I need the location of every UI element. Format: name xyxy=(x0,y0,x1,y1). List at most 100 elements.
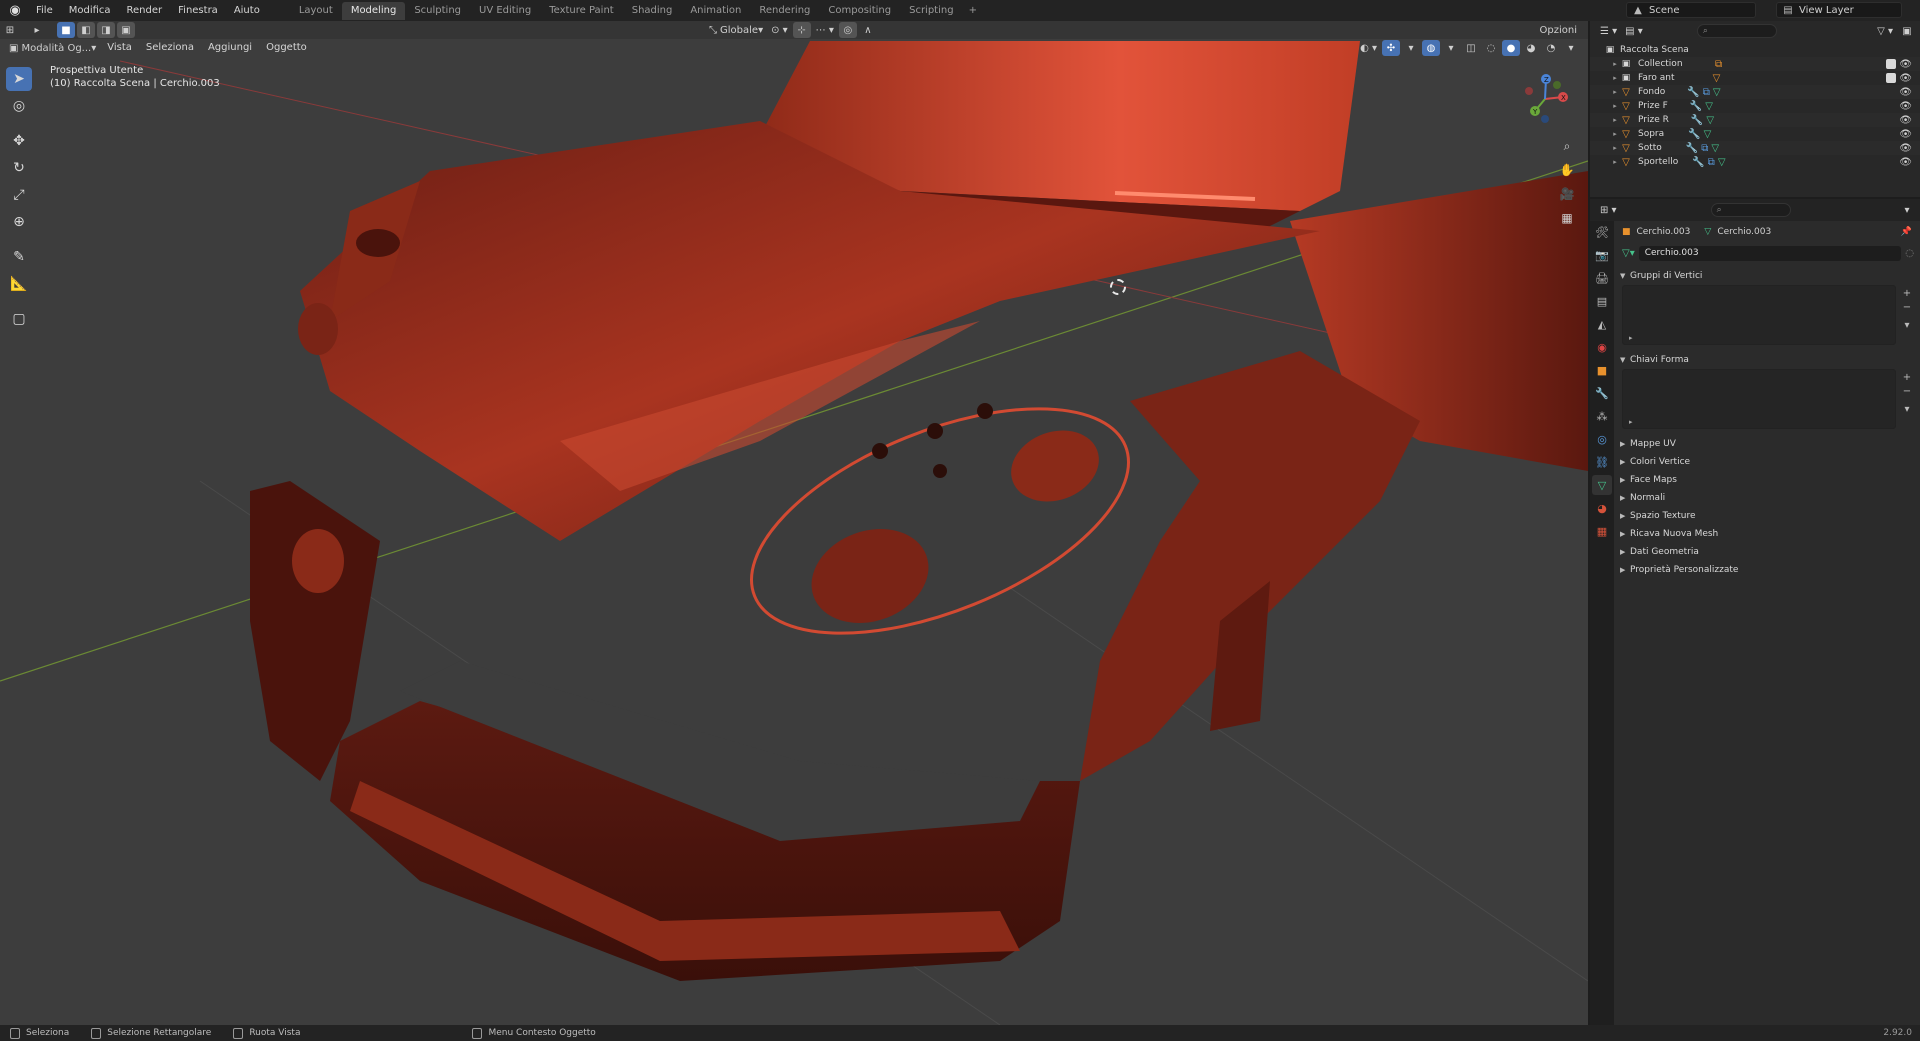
list-expand-icon[interactable]: ▸ xyxy=(1629,418,1633,426)
expand-icon[interactable]: ▸ xyxy=(1610,144,1620,152)
mesh-data-tab-icon[interactable]: ▽ xyxy=(1592,475,1612,495)
constraints-tab-icon[interactable]: ⛓ xyxy=(1592,452,1612,472)
eye-icon[interactable]: 👁 xyxy=(1899,73,1912,84)
eye-icon[interactable]: 👁 xyxy=(1899,59,1912,70)
exclude-checkbox[interactable] xyxy=(1886,59,1896,69)
select-mode-new-icon[interactable]: ■ xyxy=(57,22,75,38)
xray-icon[interactable]: ◫ xyxy=(1462,40,1480,56)
tab-sculpting[interactable]: Sculpting xyxy=(405,2,470,20)
tab-modeling[interactable]: Modeling xyxy=(341,1,406,20)
gizmo-dropdown-icon[interactable]: ▾ xyxy=(1402,40,1420,56)
eye-icon[interactable]: 👁 xyxy=(1899,143,1912,154)
panel-custom-properties[interactable]: ▶ Proprietà Personalizzate xyxy=(1614,561,1920,579)
pivot-point-icon[interactable]: ⊙ ▾ xyxy=(768,22,791,38)
zoom-icon[interactable]: ⌕ xyxy=(1556,135,1578,157)
ortho-grid-icon[interactable]: ▦ xyxy=(1556,207,1578,229)
panel-remesh[interactable]: ▶ Ricava Nuova Mesh xyxy=(1614,525,1920,543)
properties-search-input[interactable]: ⌕ xyxy=(1710,203,1791,217)
add-shape-key-icon[interactable]: + xyxy=(1901,372,1913,383)
visibility-icon[interactable]: ◐ ▾ xyxy=(1357,40,1380,56)
tab-scripting[interactable]: Scripting xyxy=(900,2,962,20)
pan-hand-icon[interactable]: ✋ xyxy=(1556,159,1578,181)
outliner-row-collection[interactable]: ▸ ▣ Collection ⧉ 👁 xyxy=(1590,57,1920,71)
object-tab-icon[interactable]: ■ xyxy=(1592,360,1612,380)
tab-compositing[interactable]: Compositing xyxy=(819,2,900,20)
outliner-row-sotto[interactable]: ▸ ▽ Sotto 🔧 ⧉ ▽ 👁 xyxy=(1590,141,1920,155)
select-tool-icon[interactable]: ➤ xyxy=(6,67,32,91)
list-expand-icon[interactable]: ▸ xyxy=(1629,334,1633,342)
mesh-browse-icon[interactable]: ▽▾ xyxy=(1622,248,1635,259)
cursor-tool-icon[interactable]: ◎ xyxy=(6,94,32,118)
eye-icon[interactable]: 👁 xyxy=(1899,115,1912,126)
render-tab-icon[interactable]: 📷 xyxy=(1592,245,1612,265)
expand-icon[interactable]: ▸ xyxy=(1610,116,1620,124)
outliner-row-prize-r[interactable]: ▸ ▽ Prize R 🔧 ▽ 👁 xyxy=(1590,113,1920,127)
snap-target-icon[interactable]: ⋯ ▾ xyxy=(813,22,837,38)
outliner-row-faro-ant[interactable]: ▸ ▣ Faro ant ▽ 👁 xyxy=(1590,71,1920,85)
snap-icon[interactable]: ⊹ xyxy=(792,22,811,38)
panel-vertex-groups[interactable]: ▼ Gruppi di Vertici xyxy=(1614,267,1920,285)
move-tool-icon[interactable]: ✥ xyxy=(6,129,32,153)
tab-animation[interactable]: Animation xyxy=(681,2,750,20)
measure-tool-icon[interactable]: 📐 xyxy=(6,272,32,296)
annotate-tool-icon[interactable]: ✎ xyxy=(6,245,32,269)
outliner-search-input[interactable]: ⌕ xyxy=(1696,24,1777,38)
camera-view-icon[interactable]: 🎥 xyxy=(1556,183,1578,205)
particles-tab-icon[interactable]: ⁂ xyxy=(1592,406,1612,426)
menu-add[interactable]: Aggiungi xyxy=(201,40,259,56)
tool-settings-icon[interactable]: ▸ xyxy=(28,22,46,38)
view-layer-tab-icon[interactable]: ▤ xyxy=(1592,291,1612,311)
shape-key-specials-icon[interactable]: ▾ xyxy=(1901,404,1913,415)
select-mode-subtract-icon[interactable]: ◨ xyxy=(97,22,115,38)
menu-view[interactable]: Vista xyxy=(100,40,139,56)
tool-tab-icon[interactable]: 🛠 xyxy=(1592,222,1612,242)
exclude-checkbox[interactable] xyxy=(1886,73,1896,83)
menu-help[interactable]: Aiuto xyxy=(226,0,268,21)
panel-normals[interactable]: ▶ Normali xyxy=(1614,489,1920,507)
outliner-editor-type-icon[interactable]: ☰ ▾ xyxy=(1597,23,1620,39)
tab-rendering[interactable]: Rendering xyxy=(750,2,819,20)
expand-icon[interactable]: ▸ xyxy=(1610,60,1620,68)
expand-icon[interactable]: ▸ xyxy=(1610,102,1620,110)
modifier-tab-icon[interactable]: 🔧 xyxy=(1592,383,1612,403)
panel-shape-keys[interactable]: ▼ Chiavi Forma xyxy=(1614,351,1920,369)
falloff-icon[interactable]: ∧ xyxy=(859,22,877,38)
menu-edit[interactable]: Modifica xyxy=(61,0,119,21)
add-vertex-group-icon[interactable]: + xyxy=(1901,288,1913,299)
outliner-row-fondo[interactable]: ▸ ▽ Fondo 🔧 ⧉ ▽ 👁 xyxy=(1590,85,1920,99)
proportional-edit-icon[interactable]: ◎ xyxy=(838,22,857,38)
rotate-tool-icon[interactable]: ↻ xyxy=(6,156,32,180)
editor-type-icon[interactable]: ⊞ xyxy=(1,22,19,38)
filter-icon[interactable]: ▽ ▾ xyxy=(1874,23,1896,39)
eye-icon[interactable]: 👁 xyxy=(1899,101,1912,112)
add-workspace-icon[interactable]: + xyxy=(963,5,983,16)
object-mode-dropdown[interactable]: ▣ Modalità Og... ▾ xyxy=(6,40,99,56)
display-mode-icon[interactable]: ▤ ▾ xyxy=(1622,23,1646,39)
navigation-gizmo[interactable]: X Y Z xyxy=(1515,69,1575,129)
new-collection-icon[interactable]: ▣ xyxy=(1898,23,1916,39)
vertex-group-specials-icon[interactable]: ▾ xyxy=(1901,320,1913,331)
expand-icon[interactable]: ▸ xyxy=(1610,74,1620,82)
expand-icon[interactable]: ▸ xyxy=(1610,88,1620,96)
panel-uv-maps[interactable]: ▶ Mappe UV xyxy=(1614,435,1920,453)
menu-window[interactable]: Finestra xyxy=(170,0,226,21)
mesh-name-input[interactable]: Cerchio.003 xyxy=(1638,245,1902,261)
shading-solid-icon[interactable]: ● xyxy=(1502,40,1520,56)
transform-tool-icon[interactable]: ⊕ xyxy=(6,210,32,234)
menu-render[interactable]: Render xyxy=(119,0,171,21)
outliner-row-sopra[interactable]: ▸ ▽ Sopra 🔧 ▽ 👁 xyxy=(1590,127,1920,141)
material-tab-icon[interactable]: ◕ xyxy=(1592,498,1612,518)
menu-select[interactable]: Seleziona xyxy=(139,40,201,56)
gizmo-toggle-icon[interactable]: ✣ xyxy=(1382,40,1400,56)
view-layer-selector[interactable]: ▤ View Layer xyxy=(1776,2,1902,18)
properties-editor-type-icon[interactable]: ⊞ ▾ xyxy=(1597,202,1620,218)
menu-file[interactable]: File xyxy=(28,0,61,21)
eye-icon[interactable]: 👁 xyxy=(1899,157,1912,168)
blender-logo-icon[interactable]: ◉ xyxy=(6,2,24,20)
menu-object[interactable]: Oggetto xyxy=(259,40,314,56)
output-tab-icon[interactable]: 🖨 xyxy=(1592,268,1612,288)
pin-icon[interactable]: 📌 xyxy=(1901,227,1912,237)
tab-layout[interactable]: Layout xyxy=(290,2,342,20)
transform-orientation-dropdown[interactable]: ⤡ Globale ▾ xyxy=(706,22,766,38)
remove-vertex-group-icon[interactable]: − xyxy=(1901,302,1913,313)
